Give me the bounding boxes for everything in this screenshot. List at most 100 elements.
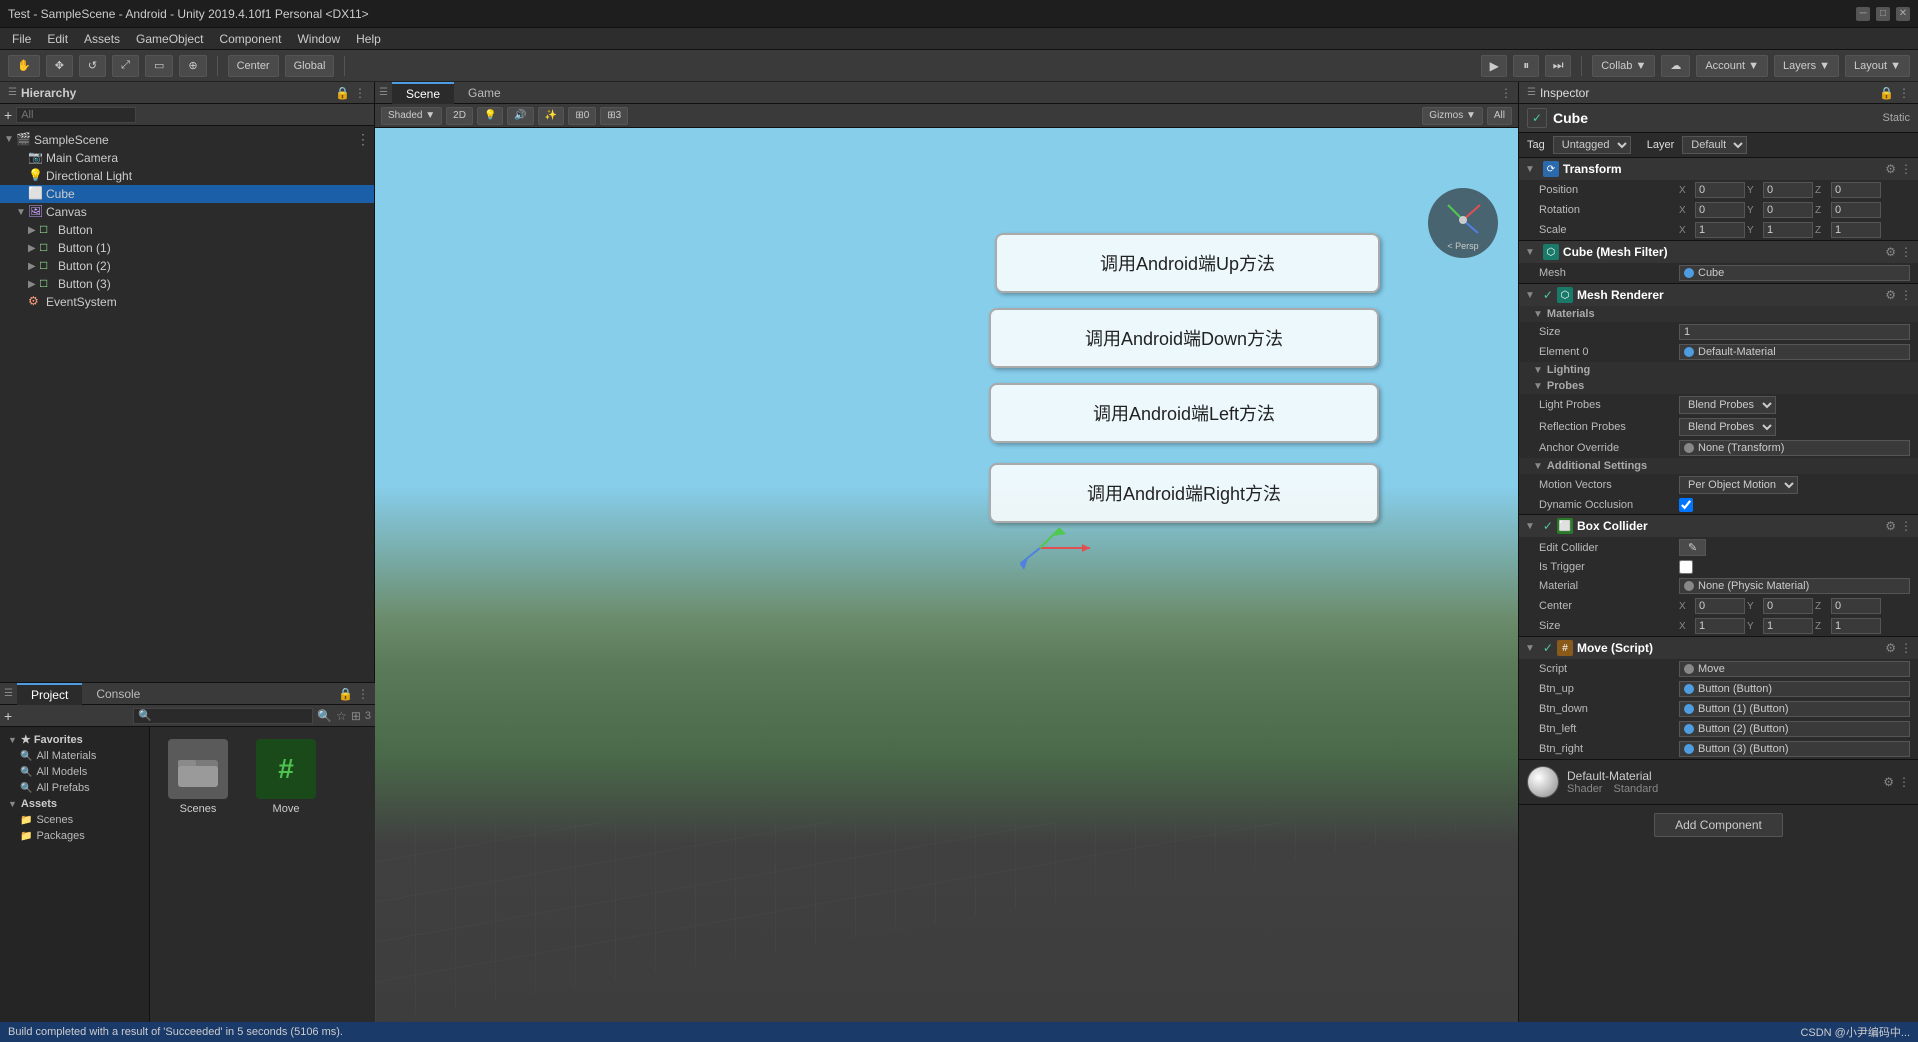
filter-icon[interactable]: ☆ <box>336 709 347 723</box>
global-button[interactable]: Global <box>285 55 335 77</box>
btn-left-value[interactable]: Button (2) (Button) <box>1679 721 1910 737</box>
edit-collider-button[interactable]: ✎ <box>1679 539 1706 556</box>
shaded-button[interactable]: Shaded ▼ <box>381 107 442 125</box>
mesh-filter-header[interactable]: ▼ ⬡ Cube (Mesh Filter) ⚙ ⋮ <box>1519 241 1918 263</box>
btn-down-value[interactable]: Button (1) (Button) <box>1679 701 1910 717</box>
object-active-toggle[interactable]: ✓ <box>1527 108 1547 128</box>
center-x-input[interactable] <box>1695 598 1745 614</box>
tab-game[interactable]: Game <box>454 83 515 103</box>
tree-item-button3[interactable]: ▶ □ Button (3) <box>0 275 374 293</box>
scene-button-down[interactable]: 调用Android端Down方法 <box>989 308 1379 368</box>
hand-tool[interactable]: ✋ <box>8 55 40 77</box>
materials-size-input[interactable] <box>1679 324 1910 340</box>
transform-settings-icon[interactable]: ⚙ <box>1885 162 1896 176</box>
tree-item-maincamera[interactable]: 📷 Main Camera <box>0 149 374 167</box>
center-button[interactable]: Center <box>228 55 279 77</box>
sidebar-scenes[interactable]: 📁 Scenes <box>0 812 149 828</box>
mesh-renderer-enabled[interactable]: ✓ <box>1543 288 1553 302</box>
light-probes-dropdown[interactable]: Blend Probes <box>1679 396 1776 414</box>
tree-item-button[interactable]: ▶ □ Button <box>0 221 374 239</box>
sidebar-packages[interactable]: 📁 Packages <box>0 828 149 844</box>
asset-scenes[interactable]: Scenes <box>158 735 238 819</box>
multi-tool[interactable]: ⊕ <box>179 55 206 77</box>
sidebar-all-prefabs[interactable]: 🔍 All Prefabs <box>0 780 149 796</box>
collider-material-value[interactable]: None (Physic Material) <box>1679 578 1910 594</box>
grid-toggle[interactable]: ⊞0 <box>568 107 596 125</box>
gizmos-button[interactable]: Gizmos ▼ <box>1422 107 1483 125</box>
scene-kebab[interactable]: ⋮ <box>356 131 370 148</box>
motion-vectors-dropdown[interactable]: Per Object Motion <box>1679 476 1798 494</box>
center-z-input[interactable] <box>1831 598 1881 614</box>
scale-y-input[interactable] <box>1763 222 1813 238</box>
maximize-button[interactable]: □ <box>1876 7 1890 21</box>
rot-y-input[interactable] <box>1763 202 1813 218</box>
btn-right-value[interactable]: Button (3) (Button) <box>1679 741 1910 757</box>
all-button[interactable]: All <box>1487 107 1512 125</box>
dynamic-occlusion-checkbox[interactable] <box>1679 498 1693 512</box>
mesh-renderer-more-icon[interactable]: ⋮ <box>1900 288 1912 302</box>
menu-help[interactable]: Help <box>348 30 389 48</box>
menu-gameobject[interactable]: GameObject <box>128 30 211 48</box>
box-collider-settings-icon[interactable]: ⚙ <box>1885 519 1896 533</box>
reflection-probes-dropdown[interactable]: Blend Probes <box>1679 418 1776 436</box>
box-collider-more-icon[interactable]: ⋮ <box>1900 519 1912 533</box>
minimize-button[interactable]: ─ <box>1856 7 1870 21</box>
pos-y-input[interactable] <box>1763 182 1813 198</box>
hierarchy-lock-icon[interactable]: 🔒 <box>335 86 350 100</box>
rot-x-input[interactable] <box>1695 202 1745 218</box>
mesh-filter-settings-icon[interactable]: ⚙ <box>1885 245 1896 259</box>
2d-button[interactable]: 2D <box>446 107 473 125</box>
tab-scene[interactable]: Scene <box>392 82 454 104</box>
pos-x-input[interactable] <box>1695 182 1745 198</box>
collab-button[interactable]: Collab ▼ <box>1592 55 1655 77</box>
bottom-lock-icon[interactable]: 🔒 <box>338 687 353 701</box>
project-search[interactable] <box>133 708 313 724</box>
move-script-enabled[interactable]: ✓ <box>1543 641 1553 655</box>
fx-button[interactable]: ✨ <box>538 107 564 125</box>
rect-tool[interactable]: ▭ <box>145 55 173 77</box>
tree-item-canvas[interactable]: ▼ 🖼 Canvas <box>0 203 374 221</box>
material-preview-ball[interactable] <box>1527 766 1559 798</box>
scene-button-left[interactable]: 调用Android端Left方法 <box>989 383 1379 443</box>
lighting-button[interactable]: 💡 <box>477 107 503 125</box>
tree-item-cube[interactable]: ⬜ Cube <box>0 185 374 203</box>
layers-button[interactable]: Layers ▼ <box>1774 55 1839 77</box>
is-trigger-checkbox[interactable] <box>1679 560 1693 574</box>
close-button[interactable]: ✕ <box>1896 7 1910 21</box>
size-z-input[interactable] <box>1831 618 1881 634</box>
scale-z-input[interactable] <box>1831 222 1881 238</box>
rot-z-input[interactable] <box>1831 202 1881 218</box>
inspector-kebab-icon[interactable]: ⋮ <box>1898 86 1910 100</box>
layer-dropdown[interactable]: Default <box>1682 136 1747 154</box>
view-icon[interactable]: ⊞ <box>351 709 361 723</box>
scale-tool[interactable]: ⤢ <box>112 55 139 77</box>
mesh-filter-more-icon[interactable]: ⋮ <box>1900 245 1912 259</box>
scene-button-up[interactable]: 调用Android端Up方法 <box>995 233 1380 293</box>
transform-more-icon[interactable]: ⋮ <box>1900 162 1912 176</box>
anchor-override-value[interactable]: None (Transform) <box>1679 440 1910 456</box>
move-script-more-icon[interactable]: ⋮ <box>1900 641 1912 655</box>
pos-z-input[interactable] <box>1831 182 1881 198</box>
additional-settings-subheader[interactable]: ▼ Additional Settings <box>1519 458 1918 474</box>
mesh-value[interactable]: Cube <box>1679 265 1910 281</box>
layout-button[interactable]: Layout ▼ <box>1845 55 1910 77</box>
tab-console[interactable]: Console <box>82 684 154 704</box>
stats-button[interactable]: ⊞3 <box>600 107 628 125</box>
tree-item-samplescene[interactable]: ▼ 🎬 SampleScene ⋮ <box>0 130 374 149</box>
menu-component[interactable]: Component <box>211 30 289 48</box>
materials-subheader[interactable]: ▼ Materials <box>1519 306 1918 322</box>
sidebar-all-materials[interactable]: 🔍 All Materials <box>0 748 149 764</box>
probes-subheader[interactable]: ▼ Probes <box>1519 378 1918 394</box>
asset-move[interactable]: # Move <box>246 735 326 819</box>
script-value[interactable]: Move <box>1679 661 1910 677</box>
pause-button[interactable]: ⏸ <box>1513 55 1539 77</box>
mesh-renderer-settings-icon[interactable]: ⚙ <box>1885 288 1896 302</box>
cloud-button[interactable]: ☁ <box>1661 55 1690 77</box>
add-asset-button[interactable]: + <box>4 708 12 724</box>
sidebar-all-models[interactable]: 🔍 All Models <box>0 764 149 780</box>
scene-button-right[interactable]: 调用Android端Right方法 <box>989 463 1379 523</box>
lighting-subheader[interactable]: ▼ Lighting <box>1519 362 1918 378</box>
element0-value[interactable]: Default-Material <box>1679 344 1910 360</box>
add-hierarchy-button[interactable]: + <box>4 107 12 123</box>
bottom-kebab-icon[interactable]: ⋮ <box>357 687 369 701</box>
